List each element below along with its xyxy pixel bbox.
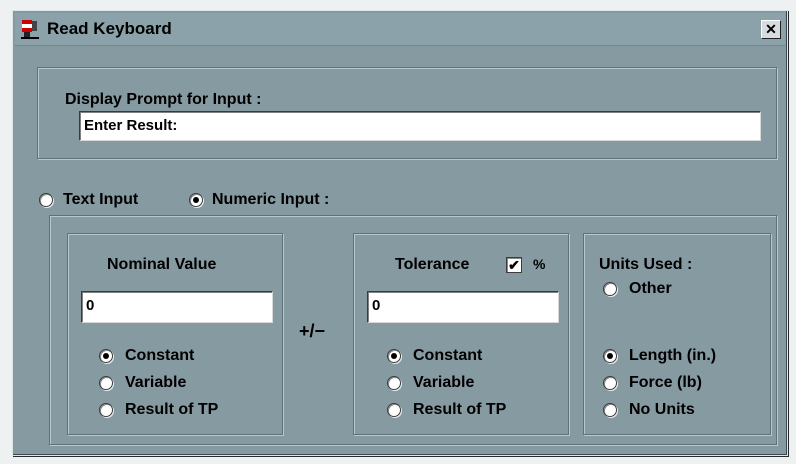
nominal-value-input[interactable]: 0 <box>81 291 273 323</box>
tolerance-value-input[interactable]: 0 <box>367 291 559 323</box>
tolerance-title: Tolerance <box>395 256 470 273</box>
nominal-option-variable: Variable <box>125 374 187 391</box>
nominal-result-tp-radio[interactable] <box>99 403 113 417</box>
units-other-label: Other <box>629 280 672 297</box>
tolerance-variable-radio[interactable] <box>387 376 401 390</box>
close-button[interactable]: ✕ <box>761 20 781 39</box>
units-option-force: Force (lb) <box>629 374 702 391</box>
tolerance-option-variable: Variable <box>413 374 475 391</box>
signal-tower-icon <box>21 19 39 39</box>
tolerance-constant-radio[interactable] <box>387 349 401 363</box>
tolerance-option-result-tp: Result of TP <box>413 401 507 418</box>
nominal-constant-radio[interactable] <box>99 349 113 363</box>
nominal-variable-radio[interactable] <box>99 376 113 390</box>
units-option-no-units: No Units <box>629 401 695 418</box>
units-length-radio[interactable] <box>603 349 617 363</box>
nominal-title: Nominal Value <box>107 256 217 273</box>
window-title: Read Keyboard <box>47 19 172 38</box>
tolerance-result-tp-radio[interactable] <box>387 403 401 417</box>
check-icon: ✔ <box>508 257 520 273</box>
text-input-radio[interactable] <box>39 193 53 207</box>
close-icon: ✕ <box>765 21 777 37</box>
numeric-input-label: Numeric Input : <box>212 191 330 208</box>
title-bar[interactable]: Read Keyboard ✕ <box>15 13 785 46</box>
read-keyboard-dialog: Read Keyboard ✕ Display Prompt for Input… <box>12 10 788 456</box>
units-no-units-radio[interactable] <box>603 403 617 417</box>
units-other-radio[interactable] <box>603 282 617 296</box>
numeric-input-radio[interactable] <box>189 193 203 207</box>
plus-minus-label: +/− <box>299 321 326 341</box>
units-title: Units Used : <box>599 256 693 273</box>
tolerance-option-constant: Constant <box>413 347 483 364</box>
prompt-label: Display Prompt for Input : <box>65 91 262 108</box>
prompt-input[interactable]: Enter Result: <box>79 111 761 141</box>
tolerance-percent-label: % <box>533 256 546 272</box>
text-input-label: Text Input <box>63 191 139 208</box>
units-force-radio[interactable] <box>603 376 617 390</box>
tolerance-percent-checkbox[interactable]: ✔ <box>506 257 522 273</box>
nominal-option-constant: Constant <box>125 347 195 364</box>
units-option-length: Length (in.) <box>629 347 717 364</box>
nominal-option-result-tp: Result of TP <box>125 401 219 418</box>
